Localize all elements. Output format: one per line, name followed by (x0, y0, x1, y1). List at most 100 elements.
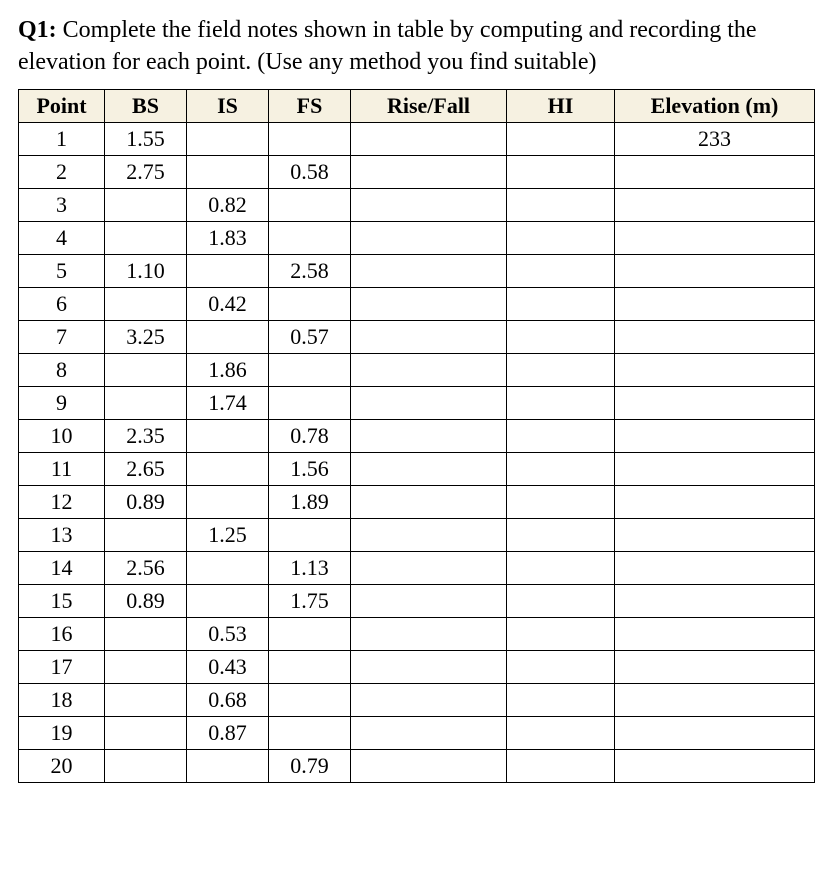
cell-bs (105, 221, 187, 254)
cell-elevation (615, 551, 815, 584)
table-row: 112.651.56 (19, 452, 815, 485)
cell-elevation (615, 683, 815, 716)
cell-bs (105, 353, 187, 386)
table-row: 142.561.13 (19, 551, 815, 584)
cell-rise-fall (351, 287, 507, 320)
cell-bs (105, 287, 187, 320)
table-row: 160.53 (19, 617, 815, 650)
cell-bs: 1.10 (105, 254, 187, 287)
cell-rise-fall (351, 155, 507, 188)
table-row: 73.250.57 (19, 320, 815, 353)
table-row: 180.68 (19, 683, 815, 716)
cell-elevation (615, 452, 815, 485)
cell-rise-fall (351, 419, 507, 452)
cell-rise-fall (351, 518, 507, 551)
cell-rise-fall (351, 320, 507, 353)
cell-is: 0.82 (187, 188, 269, 221)
cell-is (187, 155, 269, 188)
cell-bs (105, 650, 187, 683)
cell-rise-fall (351, 485, 507, 518)
cell-hi (507, 386, 615, 419)
cell-fs: 0.57 (269, 320, 351, 353)
cell-elevation (615, 155, 815, 188)
cell-fs: 1.13 (269, 551, 351, 584)
cell-hi (507, 749, 615, 782)
table-row: 11.55 233 (19, 122, 815, 155)
table-row: 51.102.58 (19, 254, 815, 287)
cell-hi (507, 683, 615, 716)
cell-fs (269, 518, 351, 551)
cell-elevation (615, 254, 815, 287)
cell-is: 0.87 (187, 716, 269, 749)
cell-is (187, 749, 269, 782)
table-header-row: Point BS IS FS Rise/Fall HI Elevation (m… (19, 89, 815, 122)
cell-hi (507, 617, 615, 650)
cell-is: 1.74 (187, 386, 269, 419)
cell-bs: 1.55 (105, 122, 187, 155)
cell-rise-fall (351, 386, 507, 419)
cell-point: 20 (19, 749, 105, 782)
cell-rise-fall (351, 221, 507, 254)
col-header-elevation: Elevation (m) (615, 89, 815, 122)
table-row: 170.43 (19, 650, 815, 683)
cell-hi (507, 320, 615, 353)
cell-is (187, 254, 269, 287)
cell-elevation (615, 584, 815, 617)
cell-fs: 1.89 (269, 485, 351, 518)
cell-rise-fall (351, 584, 507, 617)
col-header-hi: HI (507, 89, 615, 122)
question-text: Q1: Complete the field notes shown in ta… (18, 14, 814, 79)
col-header-rise-fall: Rise/Fall (351, 89, 507, 122)
cell-hi (507, 419, 615, 452)
cell-point: 17 (19, 650, 105, 683)
cell-hi (507, 287, 615, 320)
cell-bs: 2.65 (105, 452, 187, 485)
cell-fs (269, 188, 351, 221)
table-row: 81.86 (19, 353, 815, 386)
table-row: 41.83 (19, 221, 815, 254)
cell-hi (507, 716, 615, 749)
question-body: Complete the field notes shown in table … (18, 17, 757, 75)
cell-is (187, 320, 269, 353)
table-body: 11.5523322.750.5830.8241.8351.102.5860.4… (19, 122, 815, 782)
cell-is: 0.68 (187, 683, 269, 716)
cell-bs (105, 188, 187, 221)
cell-rise-fall (351, 551, 507, 584)
cell-point: 15 (19, 584, 105, 617)
cell-point: 19 (19, 716, 105, 749)
table-row: 91.74 (19, 386, 815, 419)
cell-elevation (615, 353, 815, 386)
cell-fs (269, 353, 351, 386)
table-row: 150.89 1.75 (19, 584, 815, 617)
cell-fs: 0.79 (269, 749, 351, 782)
cell-fs: 2.58 (269, 254, 351, 287)
cell-bs (105, 617, 187, 650)
cell-hi (507, 551, 615, 584)
cell-elevation: 233 (615, 122, 815, 155)
cell-bs (105, 749, 187, 782)
cell-elevation (615, 386, 815, 419)
cell-fs (269, 386, 351, 419)
table-row: 30.82 (19, 188, 815, 221)
cell-point: 18 (19, 683, 105, 716)
cell-is (187, 584, 269, 617)
cell-point: 1 (19, 122, 105, 155)
cell-elevation (615, 221, 815, 254)
cell-elevation (615, 749, 815, 782)
cell-point: 8 (19, 353, 105, 386)
table-row: 22.750.58 (19, 155, 815, 188)
cell-is: 1.83 (187, 221, 269, 254)
cell-hi (507, 452, 615, 485)
cell-is: 0.53 (187, 617, 269, 650)
cell-point: 9 (19, 386, 105, 419)
cell-point: 7 (19, 320, 105, 353)
cell-fs (269, 287, 351, 320)
cell-bs: 0.89 (105, 584, 187, 617)
cell-elevation (615, 287, 815, 320)
cell-point: 3 (19, 188, 105, 221)
cell-fs: 0.58 (269, 155, 351, 188)
cell-bs: 2.35 (105, 419, 187, 452)
cell-fs (269, 716, 351, 749)
cell-point: 14 (19, 551, 105, 584)
cell-fs: 1.75 (269, 584, 351, 617)
